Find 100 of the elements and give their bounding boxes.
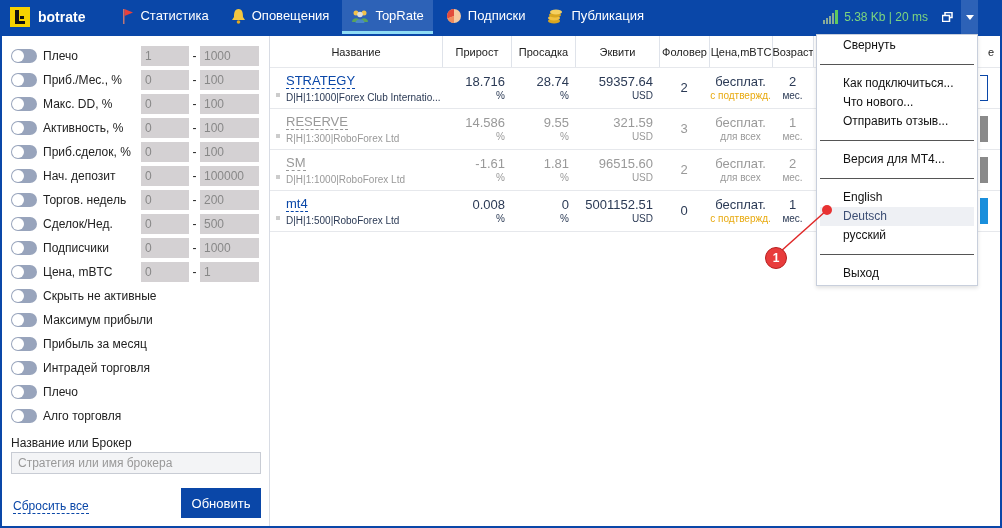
cell-value: 321.59: [613, 114, 653, 131]
cell-value: 3: [680, 120, 688, 138]
unit-label: %: [496, 89, 505, 103]
menu-item[interactable]: Свернуть: [820, 36, 974, 55]
unit-label: %: [496, 130, 505, 144]
column-header[interactable]: Цена,mBTC: [710, 45, 772, 58]
toggle-switch[interactable]: [11, 49, 37, 63]
currency-label: USD: [631, 171, 653, 185]
toggle-switch[interactable]: [11, 145, 37, 159]
toggle-switch[interactable]: [11, 265, 37, 279]
menu-item[interactable]: English: [820, 188, 974, 207]
bell-icon: [230, 7, 246, 24]
toggle-switch[interactable]: [11, 289, 37, 303]
account-details: D|H|1:1000|RoboForex Ltd: [286, 174, 405, 185]
unit-label: %: [560, 130, 569, 144]
filter-label: Подписчики: [43, 241, 110, 255]
filter-label: Сделок/Нед.: [43, 217, 114, 231]
toggle-switch[interactable]: [11, 385, 37, 399]
range-dash: -: [191, 121, 198, 135]
menu-button[interactable]: [961, 0, 978, 34]
price-note: с подтвержд.: [710, 212, 771, 226]
cell-value: 96515.60: [598, 155, 653, 172]
range-dash: -: [191, 265, 198, 279]
filter-label: Плечо: [43, 385, 78, 399]
cell-value: 5001152.51: [585, 196, 653, 213]
cell-value: бесплат.: [715, 73, 766, 90]
column-header[interactable]: Фоловер: [662, 45, 707, 58]
restore-window-icon[interactable]: [942, 12, 953, 22]
unit-label: %: [496, 212, 505, 226]
toggle-switch[interactable]: [11, 241, 37, 255]
toggle-switch[interactable]: [11, 337, 37, 351]
toggle-switch[interactable]: [11, 313, 37, 327]
cell-value: 59357.64: [598, 73, 653, 90]
range-dash: -: [191, 169, 198, 183]
cell-value: бесплат.: [715, 155, 766, 172]
menu-item[interactable]: Версия для MT4...: [820, 150, 974, 169]
toggle-switch[interactable]: [11, 193, 37, 207]
price-note: для всех: [720, 171, 761, 185]
logo-icon: [10, 7, 30, 27]
pie-chart-icon: [445, 7, 462, 24]
filter-label: Приб.сделок, %: [43, 145, 132, 159]
unit-label: %: [560, 171, 569, 185]
cell-value: 1: [788, 114, 797, 131]
cell-value: 0: [561, 196, 569, 213]
nav-tab[interactable]: Оповещения: [221, 0, 339, 34]
menu-item[interactable]: Что нового...: [820, 93, 974, 112]
unit-label: мес.: [782, 171, 803, 185]
column-header[interactable]: Возраст: [772, 45, 814, 58]
range-dash: -: [191, 73, 198, 87]
update-button[interactable]: Обновить: [181, 488, 261, 518]
currency-label: USD: [631, 212, 653, 226]
row-marker: [276, 93, 280, 97]
filter-label: Плечо: [43, 49, 79, 63]
cell-value: 0: [680, 202, 688, 220]
filter-label: Алго торговля: [43, 409, 122, 423]
strategy-link[interactable]: STRATEGY: [286, 73, 356, 89]
column-header[interactable]: Просадка: [518, 45, 569, 58]
cell-value: 2: [788, 73, 797, 90]
currency-label: USD: [631, 89, 653, 103]
column-header[interactable]: е: [987, 45, 994, 58]
step-badge: 1: [765, 247, 787, 269]
account-details: D|H|1:500|RoboForex Ltd: [286, 215, 400, 226]
action-button[interactable]: [980, 75, 988, 101]
range-dash: -: [191, 145, 198, 159]
nav-tab[interactable]: TopRate: [342, 0, 433, 34]
filter-label: Активность, %: [43, 121, 125, 135]
nav-tab[interactable]: Статистика: [113, 0, 218, 34]
column-header[interactable]: Эквити: [599, 45, 636, 58]
row-marker: [276, 134, 280, 138]
cell-value: 14.586: [465, 114, 505, 131]
toggle-switch[interactable]: [11, 361, 37, 375]
filter-label: Нач. депозит: [43, 169, 117, 183]
toggle-switch[interactable]: [11, 169, 37, 183]
filter-label: Макс. DD, %: [43, 97, 114, 111]
account-details: R|H|1:300|RoboForex Ltd: [286, 133, 400, 144]
toggle-switch[interactable]: [11, 73, 37, 87]
price-note: для всех: [720, 130, 761, 144]
menu-item[interactable]: Deutsch: [820, 207, 974, 226]
nav-tab[interactable]: Подписки: [436, 0, 535, 34]
range-dash: -: [191, 217, 198, 231]
unit-label: мес.: [782, 130, 803, 144]
cell-value: 1.81: [543, 155, 569, 172]
nav-tab[interactable]: Публикация: [538, 0, 654, 34]
toggle-switch[interactable]: [11, 121, 37, 135]
cell-value: 2: [680, 161, 688, 179]
menu-item[interactable]: Как подключиться...: [820, 74, 974, 93]
toggle-switch[interactable]: [11, 217, 37, 231]
unit-label: %: [560, 89, 569, 103]
cell-value: 0.008: [472, 196, 505, 213]
toggle-switch[interactable]: [11, 409, 37, 423]
menu-item[interactable]: русский: [820, 226, 974, 245]
toggle-switch[interactable]: [11, 97, 37, 111]
menu-item[interactable]: Выход: [820, 264, 974, 283]
column-header[interactable]: Прирост: [455, 45, 499, 58]
reset-link[interactable]: Сбросить все: [13, 499, 89, 514]
column-header[interactable]: Название: [331, 45, 381, 58]
row-marker: [276, 175, 280, 179]
strategy-link[interactable]: mt4: [286, 196, 308, 212]
menu-item[interactable]: Отправить отзыв...: [820, 112, 974, 131]
search-field[interactable]: Стратегия или имя брокера: [11, 452, 261, 474]
